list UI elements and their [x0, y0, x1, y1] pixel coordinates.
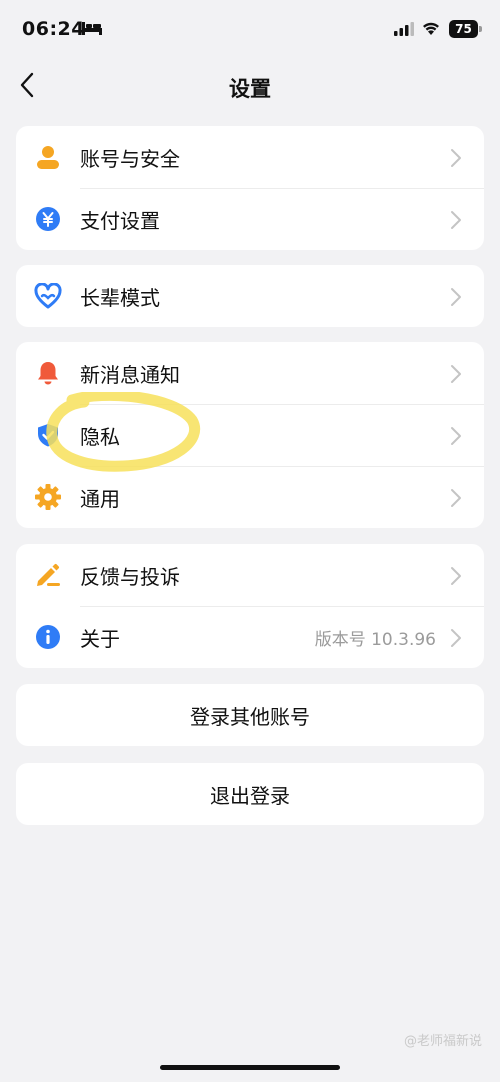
watermark: @老师福新说 [403, 1034, 482, 1049]
settings-group-elder-mode: 长辈模式 [16, 265, 484, 327]
settings-item-label: 长辈模式 [80, 285, 160, 310]
settings-item-label: 账号与安全 [80, 146, 180, 171]
chevron-right-icon [451, 288, 461, 306]
pen-icon [34, 561, 62, 589]
heart-icon [34, 282, 62, 310]
settings-item-general[interactable]: 通用 [16, 466, 484, 528]
chevron-right-icon [451, 489, 461, 507]
settings-item-about[interactable]: 关于 版本号 10.3.96 [16, 606, 484, 668]
signal-icon [394, 22, 414, 36]
wifi-icon [423, 22, 439, 35]
settings-item-privacy[interactable]: 隐私 [16, 404, 484, 466]
settings-item-label: 支付设置 [80, 208, 160, 233]
navigation-bar: 设置 [0, 60, 500, 110]
settings-item-payment[interactable]: 支付设置 [16, 188, 484, 250]
battery-cap [479, 26, 482, 32]
chevron-right-icon [451, 211, 461, 229]
yuan-icon [34, 205, 62, 233]
settings-group-support: 反馈与投诉 关于 版本号 10.3.96 [16, 544, 484, 668]
settings-item-label: 通用 [80, 486, 120, 511]
gear-icon [34, 483, 62, 511]
settings-item-notifications[interactable]: 新消息通知 [16, 342, 484, 404]
status-time: 06:24 [22, 18, 85, 40]
settings-group-general: 新消息通知 隐私 通用 [16, 342, 484, 528]
info-icon [34, 623, 62, 651]
settings-item-label: 关于 [80, 626, 120, 651]
settings-item-label: 隐私 [80, 424, 120, 449]
battery-indicator: 75 [449, 20, 478, 38]
settings-item-account-security[interactable]: 账号与安全 [16, 126, 484, 188]
status-bar: 06:24 75 [0, 0, 500, 60]
settings-item-feedback[interactable]: 反馈与投诉 [16, 544, 484, 606]
settings-group-account: 账号与安全 支付设置 [16, 126, 484, 250]
home-indicator [160, 1065, 340, 1070]
version-number: 版本号 10.3.96 [314, 629, 436, 650]
shield-icon [34, 421, 62, 449]
logout-button[interactable]: 退出登录 [16, 763, 484, 825]
chevron-right-icon [451, 427, 461, 445]
bed-icon [82, 22, 102, 35]
page-title: 设置 [229, 77, 271, 101]
settings-item-elder-mode[interactable]: 长辈模式 [16, 265, 484, 327]
chevron-right-icon [451, 567, 461, 585]
person-icon [34, 143, 62, 171]
battery-level: 75 [455, 22, 472, 36]
chevron-right-icon [451, 149, 461, 167]
chevron-right-icon [451, 365, 461, 383]
chevron-right-icon [451, 629, 461, 647]
settings-item-label: 反馈与投诉 [80, 564, 180, 589]
settings-item-label: 新消息通知 [80, 362, 180, 387]
login-other-account-button[interactable]: 登录其他账号 [16, 684, 484, 746]
bell-icon [34, 359, 62, 387]
